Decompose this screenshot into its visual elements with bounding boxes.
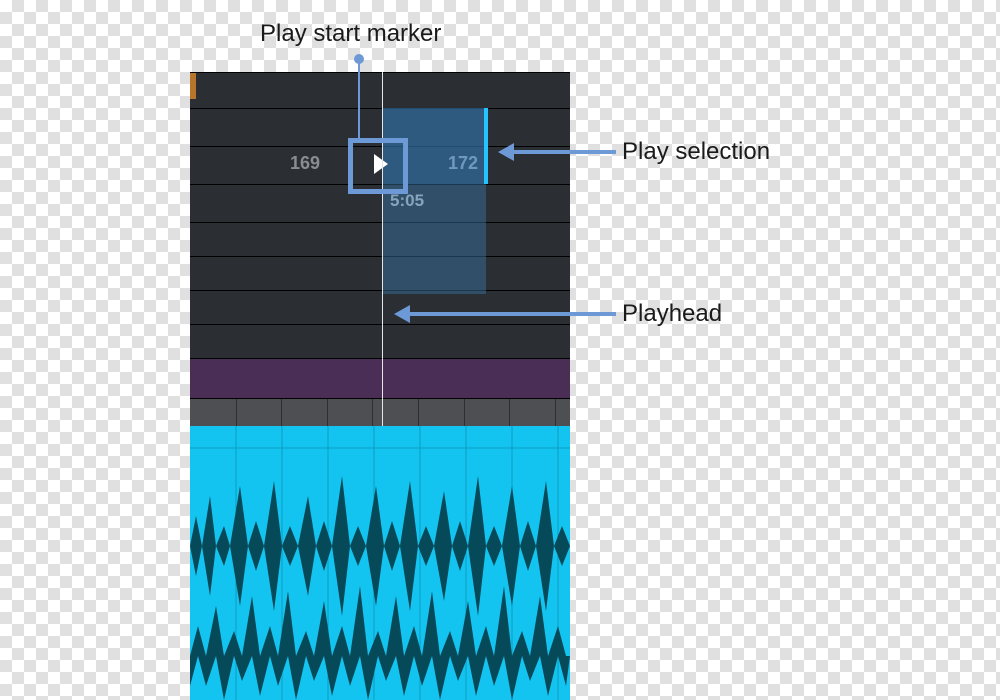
callout-arrow-shaft [408, 312, 616, 316]
callout-leader-line [358, 60, 360, 140]
play-selection-region[interactable] [382, 184, 486, 294]
label-playhead: Playhead [622, 300, 722, 328]
selection-right-edge[interactable] [484, 108, 488, 184]
region-marker-icon [190, 73, 196, 99]
waveform-upper-icon [190, 476, 570, 616]
ruler-strip [190, 72, 570, 108]
track-row[interactable] [190, 256, 570, 290]
track-row[interactable] [190, 222, 570, 256]
track-row[interactable] [190, 290, 570, 324]
callout-highlight-box [348, 138, 408, 194]
track-row[interactable] [190, 324, 570, 358]
label-play-selection: Play selection [622, 138, 770, 166]
callout-arrow-shaft [512, 150, 616, 154]
measure-number: 169 [290, 153, 320, 174]
audio-waveform-track[interactable] [190, 426, 570, 700]
arrow-left-icon [498, 143, 514, 161]
arrow-left-icon [394, 305, 410, 323]
label-play-start-marker: Play start marker [260, 20, 441, 48]
waveform-lower-icon [190, 586, 570, 700]
beat-grid [190, 398, 570, 426]
track-row-purple[interactable] [190, 358, 570, 398]
